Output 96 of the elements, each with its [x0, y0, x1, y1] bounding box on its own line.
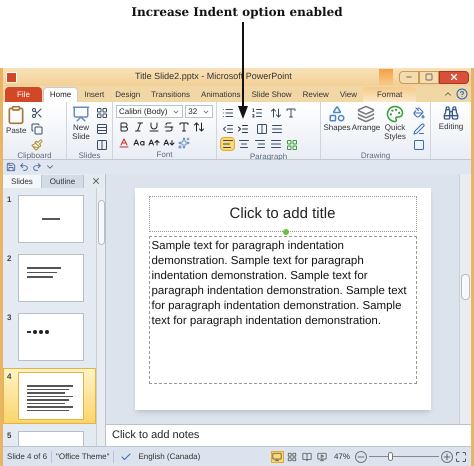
view-icon: [317, 452, 328, 462]
clipboard-icon: [6, 105, 26, 125]
align-button[interactable]: [268, 137, 283, 151]
help-icon[interactable]: [456, 88, 468, 100]
redo-icon[interactable]: [32, 162, 42, 172]
rotate-handle[interactable]: [282, 229, 288, 235]
slide-thumbnail: [18, 195, 84, 243]
slide-number: 2: [7, 254, 12, 264]
group-label: Font: [155, 151, 174, 161]
body-text: Sample text for paragraph indentation demonstration. Sample text for paragraph indentation demonstration. Sample text for paragraph indentation demonstration. Sample text for paragraph indentation demonstration. Sample text for paragraph indentation demonstration.: [152, 239, 408, 329]
pane-tab[interactable]: Slides: [3, 175, 42, 188]
pane-tab[interactable]: Outline: [42, 175, 84, 188]
shape-fill-icon[interactable]: [411, 105, 426, 120]
font-name-field[interactable]: Calibri (Body): [116, 105, 184, 118]
notes-text[interactable]: Click to add notes: [112, 427, 200, 444]
theme-name: "Office Theme": [52, 450, 114, 462]
paste-button[interactable]: Paste: [6, 105, 26, 152]
close-button[interactable]: [439, 70, 469, 84]
ribbon-tab[interactable]: Slide Show: [246, 87, 297, 102]
vertical-scrollbar[interactable]: [459, 174, 471, 424]
view-button[interactable]: [286, 450, 299, 462]
align-icon: [254, 138, 266, 150]
view-button[interactable]: [316, 450, 329, 462]
slide-thumbnail-row[interactable]: 3: [3, 309, 96, 365]
view-icon: [302, 452, 312, 462]
slide-thumbnail: [18, 254, 84, 302]
slide-thumbnail-row[interactable]: 5: [3, 427, 96, 446]
align-button[interactable]: [252, 137, 267, 151]
zoom-in-icon[interactable]: [441, 450, 453, 462]
maximize-button[interactable]: [419, 70, 439, 84]
group-label: Slides: [78, 152, 102, 162]
ribbon-tab[interactable]: Home: [42, 87, 78, 102]
ribbon-tab[interactable]: Review: [298, 87, 334, 102]
align-button[interactable]: [236, 137, 251, 151]
language-label: English (Canada): [138, 450, 200, 462]
maximize-icon: [425, 73, 433, 81]
slide-number: 4: [7, 372, 12, 382]
layers-icon: [357, 105, 375, 123]
slide-thumbnail-row[interactable]: 2: [3, 250, 96, 306]
view-button[interactable]: [270, 450, 284, 462]
scrollbar[interactable]: [96, 188, 105, 446]
zoom-thumb[interactable]: [388, 452, 393, 461]
copy-icon[interactable]: [29, 121, 44, 136]
ribbon-tab[interactable]: Transitions: [146, 87, 195, 102]
contextual-tab-header: [379, 69, 393, 85]
slide-thumbnail-row[interactable]: 1: [3, 191, 96, 247]
undo-icon[interactable]: [19, 162, 29, 172]
slide-icon: [72, 105, 90, 123]
align-button[interactable]: [220, 137, 235, 151]
group-label: Paragraph: [248, 153, 288, 163]
font-size-field[interactable]: 32: [185, 105, 213, 118]
shape-outline-icon[interactable]: [411, 121, 426, 136]
binoculars-icon: [443, 105, 459, 121]
close-icon: [449, 72, 459, 82]
align-icon: [270, 138, 282, 150]
new-slide-button[interactable]: New Slide: [70, 105, 92, 152]
ribbon-tab[interactable]: Insert: [79, 87, 110, 102]
app-logo-icon: [6, 72, 17, 82]
annotation-caption: Increase Indent option enabled: [131, 4, 343, 21]
fit-slide-icon[interactable]: [455, 450, 467, 462]
ribbon-tab[interactable]: File: [5, 87, 42, 102]
zoom-out-icon[interactable]: [355, 450, 367, 462]
align-icon: [238, 138, 250, 150]
editing-button[interactable]: Editing: [438, 105, 464, 133]
ribbon-tab[interactable]: Animations: [196, 87, 246, 102]
text-placeholder[interactable]: [148, 236, 416, 384]
group-label: Clipboard: [16, 152, 53, 162]
slide-thumbnail-row[interactable]: 4: [3, 368, 96, 424]
group-label: Drawing: [360, 152, 392, 162]
slide-number: 5: [7, 431, 12, 441]
close-pane-icon[interactable]: [91, 176, 101, 186]
layout-icon[interactable]: [94, 105, 109, 120]
view-icon: [287, 452, 298, 462]
align-icon: [222, 138, 234, 150]
cut-icon[interactable]: [29, 105, 44, 120]
shapes-icon: [328, 105, 346, 123]
slide-number: 3: [7, 313, 12, 323]
zoom-slider[interactable]: [369, 452, 439, 462]
spelling-icon[interactable]: [120, 450, 132, 462]
view-button[interactable]: [300, 450, 314, 462]
ribbon-tab[interactable]: Format: [363, 87, 416, 102]
ribbon-tab[interactable]: Design: [110, 87, 146, 102]
drawing-button[interactable]: Quick Styles: [382, 105, 408, 152]
slide-thumbnail: [18, 372, 84, 420]
palette-icon: [386, 105, 404, 123]
drawing-button[interactable]: Arrange: [353, 105, 379, 152]
slide-counter: Slide 4 of 6: [3, 450, 52, 462]
slide-thumbnail: [18, 313, 84, 361]
zoom-percent: 47%: [334, 450, 350, 462]
title-placeholder[interactable]: Click to add title: [148, 196, 416, 232]
view-icon: [272, 452, 282, 462]
save-icon[interactable]: [6, 162, 16, 172]
ribbon-tab[interactable]: View: [334, 87, 362, 102]
columns-icon[interactable]: [254, 121, 269, 136]
drawing-button[interactable]: Shapes: [324, 105, 350, 152]
slide-number: 1: [7, 195, 12, 205]
